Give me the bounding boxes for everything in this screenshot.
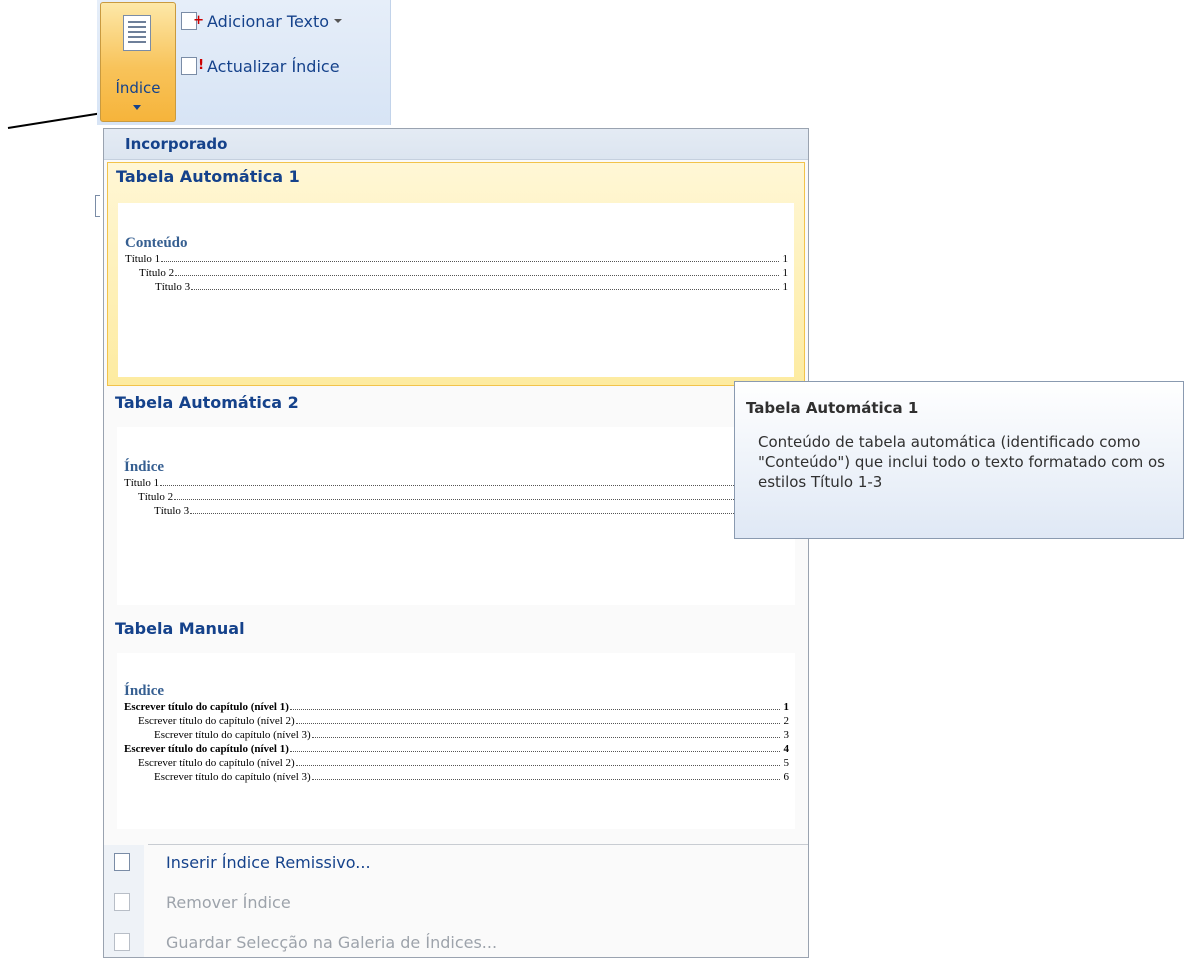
toc-heading: Índice [124,683,165,699]
gallery-item-title: Tabela Automática 1 [116,167,300,186]
gallery-item-title: Tabela Manual [115,619,245,638]
save-selection-menu-item[interactable]: Guardar Selecção na Galeria de Índices..… [104,925,808,959]
document-icon [123,15,151,51]
toc-line: Escrever título do capítulo (nível 3) 3 [154,729,789,741]
toc-line: Título 21 [139,267,788,279]
tooltip-body: Conteúdo de tabela automática (identific… [758,433,1165,491]
insert-index-label: Inserir Índice Remissivo... [166,852,371,872]
indice-button-label: Índice [115,79,161,97]
menu-section-header: Incorporado [104,129,808,160]
gallery-item-tabela-automatica-2[interactable]: Tabela Automática 2 Índice Título 11 Tít… [107,389,805,611]
ruler-fragment [95,195,100,217]
update-index-label: Actualizar Índice [207,56,340,76]
insert-index-icon [114,853,130,871]
insert-index-menu-item[interactable]: Inserir Índice Remissivo... [104,845,808,879]
update-index-icon: ! [181,57,204,75]
toc-line: Escrever título do capítulo (nível 2) 5 [138,757,789,769]
gallery-item-tabela-manual[interactable]: Tabela Manual Índice Escrever título do … [107,615,805,837]
update-index-button[interactable]: ! Actualizar Índice [181,54,340,78]
chevron-down-icon [334,19,343,23]
tooltip-title: Tabela Automática 1 [746,399,919,417]
chevron-down-icon [133,105,141,110]
toc-heading: Índice [124,459,165,475]
toc-line: Título 11 [125,253,788,265]
remove-index-menu-item[interactable]: Remover Índice [104,885,808,919]
toc-preview: Conteúdo Título 11 Título 21 Título 31 [118,203,794,377]
tooltip: Tabela Automática 1 Conteúdo de tabela a… [734,381,1184,539]
toc-heading: Conteúdo [125,235,188,251]
indice-dropdown-menu: Incorporado Tabela Automática 1 Conteúdo… [103,128,809,958]
gallery-item-tabela-automatica-1[interactable]: Tabela Automática 1 Conteúdo Título 11 T… [107,162,805,386]
toc-line: Escrever título do capítulo (nível 1) 1 [124,701,789,713]
save-selection-icon [114,933,130,951]
toc-line: Título 21 [124,490,789,504]
toc-line: Escrever título do capítulo (nível 3) 6 [154,771,789,783]
add-text-icon: + [181,12,204,30]
gallery-item-title: Tabela Automática 2 [115,393,299,412]
remove-index-icon [114,893,130,911]
toc-preview: Índice Título 11 Título 21 Título 31 [117,427,795,605]
toc-line: Título 31 [155,281,788,293]
indice-button[interactable]: Índice [100,2,176,122]
toc-line: Título 11 [124,476,789,490]
ribbon-group-indice: Índice + Adicionar Texto ! Actualizar Ín… [97,0,391,125]
remove-index-label: Remover Índice [166,892,291,912]
add-text-button[interactable]: + Adicionar Texto [181,9,343,33]
toc-line: Título 31 [124,504,789,518]
add-text-label: Adicionar Texto [207,11,330,31]
toc-line: Escrever título do capítulo (nível 1) 4 [124,743,789,755]
toc-preview: Índice Escrever título do capítulo (níve… [117,653,795,829]
toc-line: Escrever título do capítulo (nível 2) 2 [138,715,789,727]
